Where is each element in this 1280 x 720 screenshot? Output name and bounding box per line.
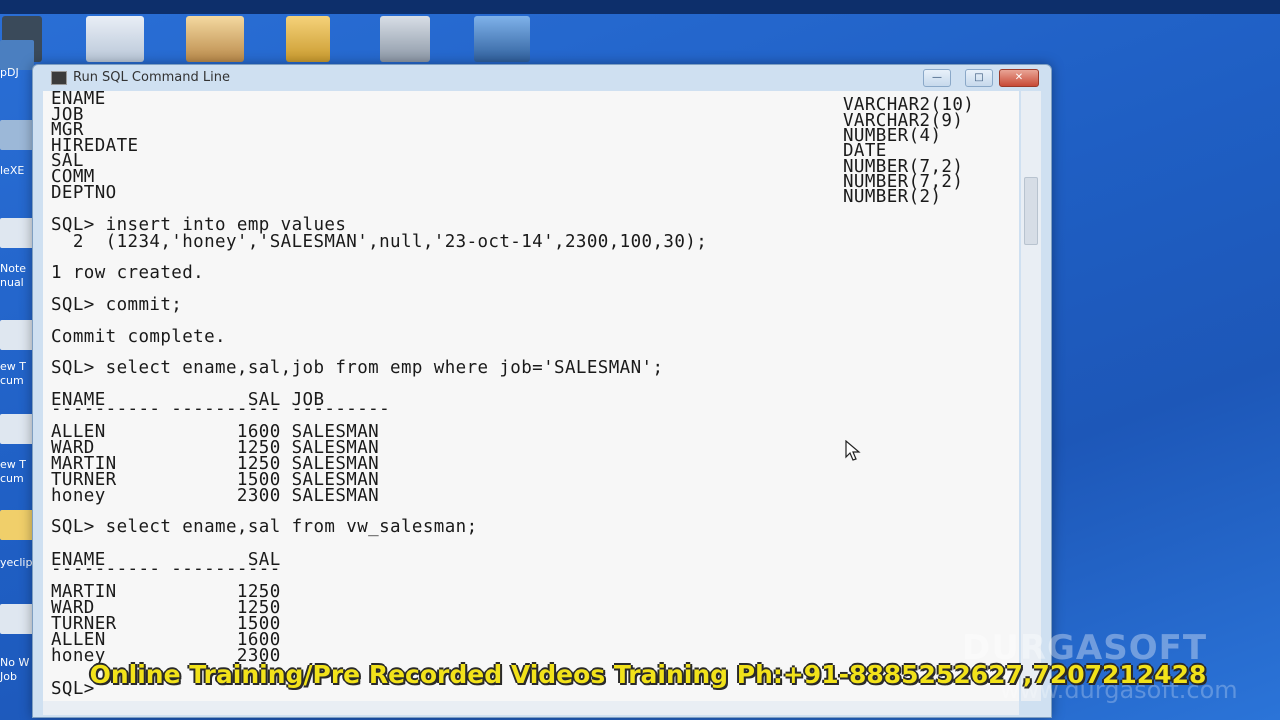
desktop-left-label: ew T — [0, 458, 26, 471]
document-icon[interactable] — [86, 16, 144, 62]
result-separator: ---------- ---------- --------- — [51, 399, 391, 419]
desktop-left-label: yeclip — [0, 556, 33, 569]
sql-feedback-line: 1 row created. — [51, 263, 205, 283]
desktop-left-label: pDJ — [0, 66, 19, 79]
desktop-left-icon[interactable] — [0, 120, 34, 150]
sql-command-line: SQL> select ename,sal from vw_salesman; — [51, 517, 478, 537]
tomcat-icon[interactable] — [186, 16, 244, 62]
result-separator: ---------- ---------- — [51, 559, 281, 579]
sql-command-line-window[interactable]: Run SQL Command Line — □ ✕ ENAME VARCHAR… — [32, 64, 1052, 718]
sql-command-line: SQL> insert into emp values — [51, 215, 347, 235]
close-button[interactable]: ✕ — [999, 69, 1039, 87]
document-icon[interactable] — [0, 414, 34, 444]
window-titlebar[interactable]: Run SQL Command Line — □ ✕ — [33, 65, 1051, 91]
horizontal-scrollbar[interactable] — [43, 701, 1019, 715]
result-row: honey 2300 SALESMAN — [51, 486, 380, 506]
describe-column-type: NUMBER(2) — [843, 187, 942, 207]
desktop-left-label: cum — [0, 472, 24, 485]
desktop-left-label: leXE — [0, 164, 25, 177]
training-banner: Online Training/Pre Recorded Videos Trai… — [89, 660, 1207, 689]
document-icon[interactable] — [0, 320, 34, 350]
window-title: Run SQL Command Line — [73, 70, 230, 85]
scrollbar-thumb[interactable] — [1024, 177, 1038, 245]
maximize-button[interactable]: □ — [965, 69, 993, 87]
mouse-cursor-icon — [845, 440, 861, 461]
desktop-left-label: ew T — [0, 360, 26, 373]
screen-top-bezel — [0, 0, 1280, 14]
desktop-left-label: nual — [0, 276, 24, 289]
sql-command-line: SQL> select ename,sal,job from emp where… — [51, 358, 664, 378]
computer-icon[interactable] — [474, 16, 530, 62]
sql-command-line: SQL> commit; — [51, 295, 183, 315]
sql-command-line: 2 (1234,'honey','SALESMAN',null,'23-oct-… — [51, 232, 708, 252]
desktop-left-label: Note — [0, 262, 27, 275]
console-output[interactable]: ENAME VARCHAR2(10) JOB VARCHAR2(9) MGR N… — [43, 91, 1019, 701]
folder-icon[interactable] — [0, 510, 34, 540]
document-icon[interactable] — [0, 604, 34, 634]
folder-icon[interactable] — [286, 16, 330, 62]
console-app-icon — [51, 71, 67, 85]
desktop-left-label: Job — [0, 670, 17, 683]
vertical-scrollbar[interactable] — [1021, 91, 1041, 701]
oracle-xe-database-icon[interactable] — [380, 16, 430, 62]
sql-feedback-line: Commit complete. — [51, 327, 226, 347]
desktop-left-label: cum — [0, 374, 24, 387]
notepad-icon[interactable] — [0, 218, 34, 248]
desktop-left-label: No W — [0, 656, 30, 669]
minimize-button[interactable]: — — [923, 69, 951, 87]
